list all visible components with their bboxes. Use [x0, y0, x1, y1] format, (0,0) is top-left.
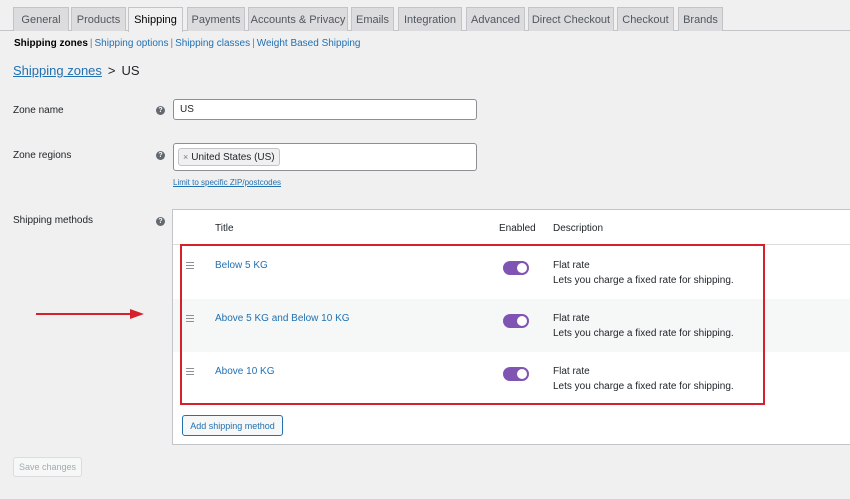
tab-payments[interactable]: Payments — [187, 7, 245, 31]
subnav-separator: | — [252, 38, 255, 49]
tab-integration[interactable]: Integration — [398, 7, 462, 31]
subnav-shipping-zones[interactable]: Shipping zones — [14, 38, 88, 49]
highlight-box — [180, 244, 765, 405]
zone-name-input[interactable]: US — [173, 99, 477, 120]
limit-zip-link[interactable]: Limit to specific ZIP/postcodes — [173, 178, 281, 187]
subnav-separator: | — [170, 38, 174, 49]
table-header: Title Enabled Description — [173, 210, 850, 245]
subnav-separator: | — [89, 38, 93, 49]
subnav-shipping-options[interactable]: Shipping options — [95, 38, 169, 49]
add-shipping-method-button[interactable]: Add shipping method — [182, 415, 283, 436]
col-title: Title — [215, 223, 234, 234]
tab-general[interactable]: General — [13, 7, 69, 31]
tab-checkout[interactable]: Checkout — [617, 7, 674, 31]
save-changes-button[interactable]: Save changes — [13, 457, 82, 477]
breadcrumb-separator: > — [107, 63, 116, 78]
tab-emails[interactable]: Emails — [351, 7, 394, 31]
region-chip: × United States (US) — [178, 148, 280, 166]
tab-shipping[interactable]: Shipping — [128, 7, 183, 32]
region-chip-label: United States (US) — [191, 151, 275, 163]
tab-direct-checkout[interactable]: Direct Checkout — [528, 7, 614, 31]
tab-brands[interactable]: Brands — [678, 7, 723, 31]
tab-advanced[interactable]: Advanced — [466, 7, 525, 31]
col-description: Description — [553, 223, 604, 234]
shipping-subnav: Shipping zones | Shipping options | Ship… — [14, 38, 361, 49]
zone-regions-select[interactable]: × United States (US) — [173, 143, 477, 171]
red-arrow-icon — [36, 309, 144, 319]
zone-name-label: Zone name — [13, 105, 64, 116]
subnav-shipping-classes[interactable]: Shipping classes — [175, 38, 250, 49]
col-enabled: Enabled — [499, 223, 536, 234]
tab-accounts-privacy[interactable]: Accounts & Privacy — [248, 7, 348, 31]
tab-products[interactable]: Products — [71, 7, 126, 31]
settings-tabs: General Products Shipping Payments Accou… — [0, 0, 850, 32]
breadcrumb-shipping-zones-link[interactable]: Shipping zones — [13, 63, 102, 78]
shipping-methods-label: Shipping methods — [13, 215, 94, 226]
help-icon[interactable]: ? — [156, 217, 165, 226]
zone-regions-label: Zone regions — [13, 150, 72, 161]
remove-icon[interactable]: × — [183, 152, 188, 162]
help-icon[interactable]: ? — [156, 151, 165, 160]
subnav-weight-based-shipping[interactable]: Weight Based Shipping — [257, 38, 361, 49]
breadcrumb: Shipping zones > US — [13, 63, 140, 78]
help-icon[interactable]: ? — [156, 106, 165, 115]
breadcrumb-current: US — [121, 63, 140, 78]
